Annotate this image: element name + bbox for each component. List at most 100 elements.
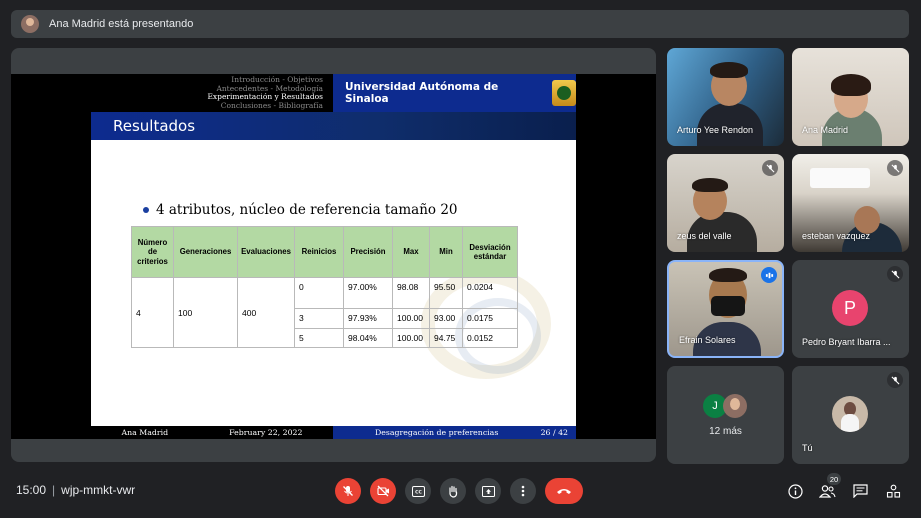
slide-area: Introducción - Objetivos Antecedentes - … [11, 74, 656, 439]
results-table: Número de criterios Generaciones Evaluac… [131, 226, 518, 348]
participant-tile[interactable]: esteban vazquez [792, 154, 909, 252]
mic-off-icon [762, 160, 778, 176]
table-header: Min [429, 226, 463, 278]
slide-header: Introducción - Objetivos Antecedentes - … [91, 74, 576, 112]
activities-button[interactable] [884, 482, 902, 500]
chat-icon [852, 484, 868, 498]
footer-short-title: Desagregación de preferencias [375, 428, 499, 437]
table-cell: 100.00 [392, 308, 430, 329]
info-icon [787, 483, 803, 499]
participant-name: zeus del valle [677, 231, 732, 241]
table-cell: 97.93% [343, 308, 393, 329]
participant-name: Ana Madrid [802, 125, 849, 135]
svg-text:CC: CC [415, 489, 422, 495]
table-cell: 95.50 [429, 277, 463, 309]
participant-tile[interactable]: Arturo Yee Rendon [667, 48, 784, 146]
bullet-text: 4 atributos, núcleo de referencia tamaño… [156, 202, 458, 218]
table-header: Número de criterios [131, 226, 174, 278]
speaking-indicator-icon [761, 267, 777, 283]
presenting-banner: Ana Madrid está presentando [11, 10, 909, 38]
table-header: Evaluaciones [237, 226, 295, 278]
meeting-info: 15:00 | wjp-mmkt-vwr [16, 483, 136, 497]
leave-call-button[interactable] [545, 478, 583, 504]
participant-name: Efrain Solares [679, 335, 736, 345]
university-banner: Universidad Autónoma de Sinaloa [333, 74, 576, 112]
slide-title: Resultados [113, 117, 196, 135]
end-call-icon [557, 489, 571, 494]
mic-off-icon [343, 486, 353, 496]
table-header: Precisión [343, 226, 393, 278]
table-cell: 0.0204 [462, 277, 518, 309]
participant-name: Tú [802, 443, 813, 453]
university-name: Universidad Autónoma de Sinaloa [345, 81, 499, 105]
university-crest-icon [552, 80, 576, 106]
mic-toggle-button[interactable] [335, 478, 361, 504]
table-header: Reinicios [294, 226, 344, 278]
table-cell: 98.08 [392, 277, 430, 309]
table-cell: 98.04% [343, 327, 393, 348]
table-cell: 97.00% [343, 277, 393, 309]
participant-tile[interactable]: zeus del valle [667, 154, 784, 252]
table-header: Generaciones [173, 226, 238, 278]
slide-title-bar: Resultados [91, 112, 576, 140]
activities-icon [886, 484, 900, 498]
footer-page-number: 26 / 42 [540, 428, 568, 437]
participant-avatar [723, 394, 747, 418]
table-cell: 100 [173, 277, 238, 348]
participant-tile[interactable]: P Pedro Bryant Ibarra ... [792, 260, 909, 358]
face-mask [711, 296, 745, 316]
captions-button[interactable]: CC [405, 478, 431, 504]
raise-hand-button[interactable] [440, 478, 466, 504]
bullet-dot-icon [143, 207, 149, 213]
table-cell: 94.75 [429, 327, 463, 348]
meeting-details-button[interactable] [786, 482, 804, 500]
self-tile[interactable]: Tú [792, 366, 909, 464]
table-cell: 0.0152 [462, 327, 518, 348]
table-cell: 4 [131, 277, 174, 348]
footer-author: Ana Madrid [121, 428, 169, 437]
participant-count-badge: 20 [827, 473, 841, 485]
table-cell: 0 [294, 277, 344, 309]
table-cell: 5 [294, 327, 344, 348]
meeting-code: wjp-mmkt-vwr [61, 483, 136, 497]
mic-off-icon [887, 266, 903, 282]
slide-navigation: Introducción - Objetivos Antecedentes - … [91, 74, 333, 112]
captions-icon: CC [411, 485, 425, 497]
more-participants-tile[interactable]: J 12 más [667, 366, 784, 464]
table-header: Desviación estándar [462, 226, 518, 278]
current-time: 15:00 [16, 483, 47, 497]
people-icon [818, 484, 836, 498]
table-cell: 400 [237, 277, 295, 348]
participant-name: Pedro Bryant Ibarra ... [802, 337, 891, 347]
slide-nav-item: Conclusiones - Bibliografía [220, 100, 323, 110]
slide-footer: Ana Madrid February 22, 2022 Desagregaci… [91, 426, 576, 439]
mic-off-icon [887, 372, 903, 388]
chat-button[interactable] [851, 482, 869, 500]
table-row: 4 100 400 0 97.00% 98.08 95.50 0.0204 [131, 277, 518, 348]
raise-hand-icon [449, 485, 458, 498]
camera-toggle-button[interactable] [370, 478, 396, 504]
participant-name: esteban vazquez [802, 231, 871, 241]
presenter-avatar [21, 15, 39, 33]
present-now-button[interactable] [475, 478, 501, 504]
table-cell: 100.00 [392, 327, 430, 348]
slide: Introducción - Objetivos Antecedentes - … [91, 74, 576, 439]
presenting-label: Ana Madrid está presentando [49, 18, 194, 30]
table-header: Max [392, 226, 430, 278]
mic-off-icon [887, 160, 903, 176]
more-participants-label: 12 más [709, 426, 742, 437]
participant-tile[interactable]: Ana Madrid [792, 48, 909, 146]
presentation-stage[interactable]: Introducción - Objetivos Antecedentes - … [11, 48, 656, 462]
self-avatar [832, 396, 868, 432]
more-options-icon [521, 485, 525, 497]
footer-date: February 22, 2022 [229, 428, 303, 437]
participant-name: Arturo Yee Rendon [677, 125, 754, 135]
more-options-button[interactable] [510, 478, 536, 504]
table-cell: 93.00 [429, 308, 463, 329]
participant-avatar: P [832, 290, 868, 326]
participant-tile-active-speaker[interactable]: Efrain Solares [667, 260, 784, 358]
slide-bullet: 4 atributos, núcleo de referencia tamaño… [143, 202, 458, 218]
present-icon [481, 485, 495, 497]
table-cell: 3 [294, 308, 344, 329]
bottom-control-bar: 15:00 | wjp-mmkt-vwr CC 20 [0, 470, 921, 510]
